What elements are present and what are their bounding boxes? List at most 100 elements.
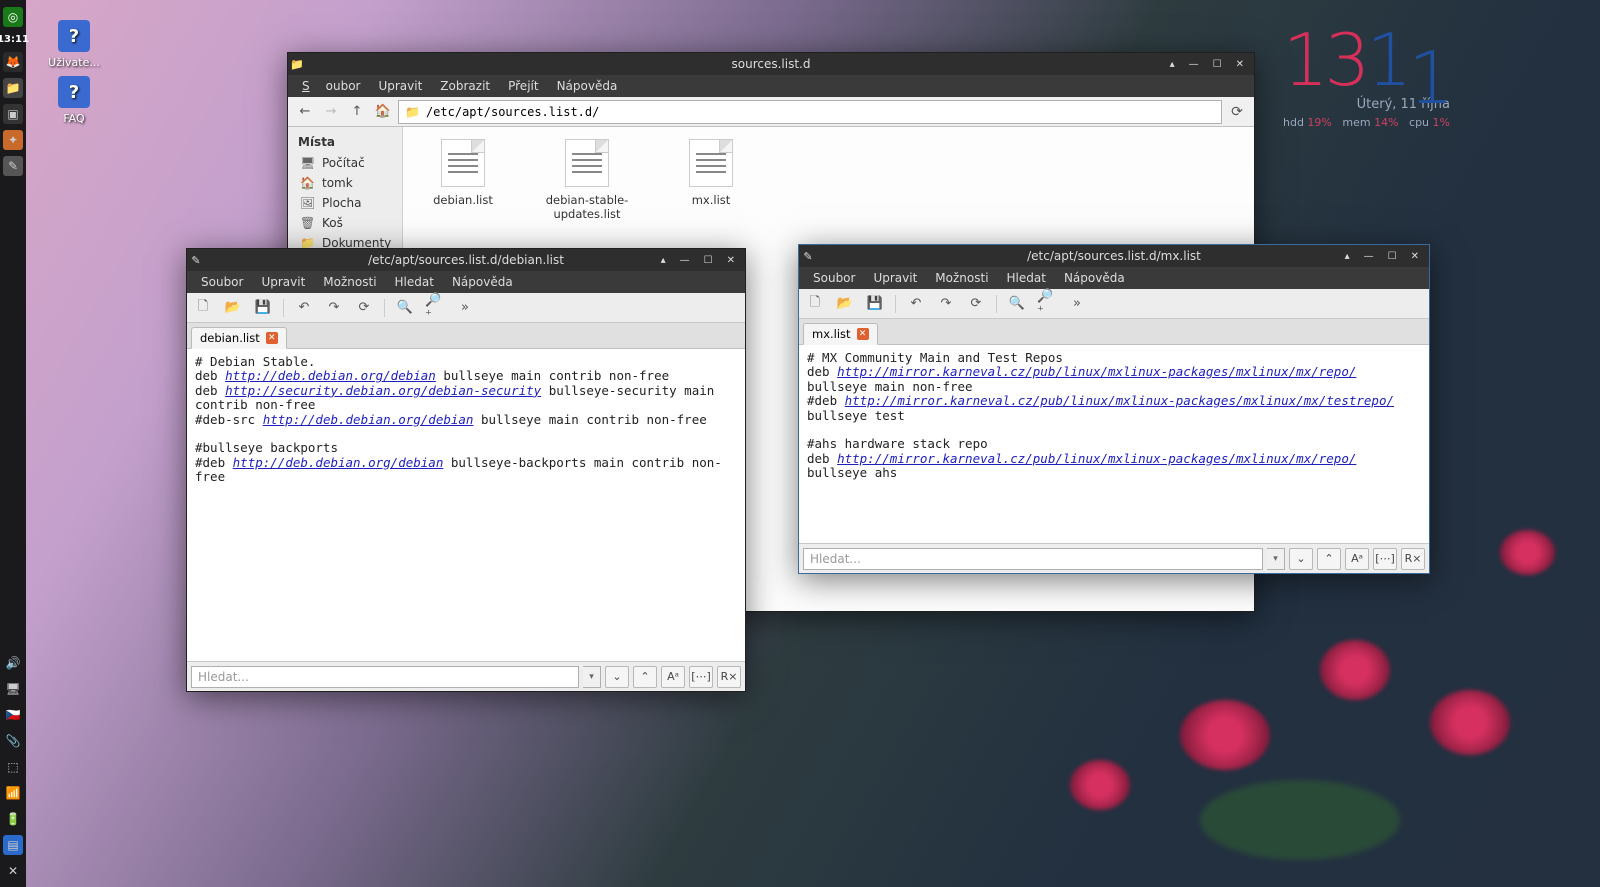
network-icon[interactable]: 📶 — [3, 783, 23, 803]
editor-text-area[interactable]: # Debian Stable. deb http://deb.debian.o… — [187, 349, 745, 661]
search-input[interactable]: Hledat... — [191, 666, 579, 688]
reload-button[interactable]: ⟳ — [354, 298, 374, 318]
menu-edit[interactable]: Upravit — [370, 77, 430, 95]
editor-tab[interactable]: mx.list ✕ — [803, 323, 878, 345]
close-button[interactable]: ✕ — [1411, 251, 1419, 262]
search-input[interactable]: Hledat... — [803, 548, 1263, 570]
menu-help[interactable]: Nápověda — [549, 77, 626, 95]
battery-icon[interactable]: 🔋 — [3, 809, 23, 829]
rollup-button[interactable]: ▴ — [661, 255, 666, 266]
menu-file[interactable]: Soubor — [193, 273, 251, 291]
case-sensitive-button[interactable]: Aᵃ — [661, 666, 685, 688]
maximize-button[interactable]: ☐ — [704, 255, 713, 266]
nav-forward-button[interactable]: → — [320, 101, 342, 123]
replace-button[interactable]: 🔎⁺ — [1037, 294, 1057, 314]
app-icon[interactable]: ✦ — [3, 130, 23, 150]
sidebar-item-home[interactable]: 🏠tomk — [290, 173, 400, 193]
url-link[interactable]: http://security.debian.org/debian-securi… — [225, 383, 541, 398]
tab-close-button[interactable]: ✕ — [266, 332, 278, 344]
nav-up-button[interactable]: ↑ — [346, 101, 368, 123]
save-button[interactable]: 💾 — [865, 294, 885, 314]
search-history-dropdown[interactable]: ▾ — [583, 666, 601, 688]
menu-file[interactable]: Soubor — [805, 269, 863, 287]
menu-edit[interactable]: Upravit — [865, 269, 925, 287]
keyboard-layout-icon[interactable]: 🇨🇿 — [3, 705, 23, 725]
file-item[interactable]: mx.list — [667, 139, 755, 207]
desktop-icon-user-guide[interactable]: ? Uživate... — [42, 20, 106, 69]
sidebar-item-trash[interactable]: 🗑Koš — [290, 213, 400, 233]
tab-close-button[interactable]: ✕ — [857, 328, 869, 340]
file-item[interactable]: debian-stable-updates.list — [543, 139, 631, 221]
whole-word-button[interactable]: [⋯] — [689, 666, 713, 688]
menu-edit[interactable]: Upravit — [253, 273, 313, 291]
menu-go[interactable]: Přejít — [500, 77, 546, 95]
close-button[interactable]: ✕ — [727, 255, 735, 266]
menu-options[interactable]: Možnosti — [315, 273, 384, 291]
search-next-button[interactable]: ⌄ — [1289, 548, 1313, 570]
taskbar-clock[interactable]: 13:11 — [0, 34, 29, 45]
menu-view[interactable]: Zobrazit — [432, 77, 498, 95]
mx-menu-icon[interactable]: ✕ — [3, 861, 23, 881]
editor-tab[interactable]: debian.list ✕ — [191, 327, 287, 349]
editor-titlebar[interactable]: ✎ /etc/apt/sources.list.d/debian.list ▴ … — [187, 249, 745, 271]
minimize-button[interactable]: — — [1364, 251, 1374, 262]
url-link[interactable]: http://mirror.karneval.cz/pub/linux/mxli… — [837, 364, 1356, 379]
open-file-button[interactable]: 📂 — [835, 294, 855, 314]
url-link[interactable]: http://deb.debian.org/debian — [225, 368, 436, 383]
search-prev-button[interactable]: ⌃ — [1317, 548, 1341, 570]
search-next-button[interactable]: ⌄ — [605, 666, 629, 688]
search-button[interactable]: 🔍 — [1007, 294, 1027, 314]
url-link[interactable]: http://deb.debian.org/debian — [263, 412, 474, 427]
firefox-icon[interactable]: 🦊 — [3, 52, 23, 72]
menu-help[interactable]: Nápověda — [444, 273, 521, 291]
menu-file[interactable]: Soubor — [294, 77, 368, 95]
more-button[interactable]: » — [1067, 294, 1087, 314]
rollup-button[interactable]: ▴ — [1345, 251, 1350, 262]
file-item[interactable]: debian.list — [419, 139, 507, 207]
more-button[interactable]: » — [455, 298, 475, 318]
rollup-button[interactable]: ▴ — [1170, 59, 1175, 70]
maximize-button[interactable]: ☐ — [1213, 59, 1222, 70]
undo-button[interactable]: ↶ — [294, 298, 314, 318]
editor-icon[interactable]: ✎ — [3, 156, 23, 176]
reload-button[interactable]: ⟳ — [966, 294, 986, 314]
filemanager-titlebar[interactable]: 📁 sources.list.d ▴ — ☐ ✕ — [288, 53, 1254, 75]
minimize-button[interactable]: — — [680, 255, 690, 266]
maximize-button[interactable]: ☐ — [1388, 251, 1397, 262]
regex-button[interactable]: R× — [717, 666, 741, 688]
editor-text-area[interactable]: # MX Community Main and Test Repos deb h… — [799, 345, 1429, 543]
case-sensitive-button[interactable]: Aᵃ — [1345, 548, 1369, 570]
close-button[interactable]: ✕ — [1236, 59, 1244, 70]
replace-button[interactable]: 🔎⁺ — [425, 298, 445, 318]
package-icon[interactable]: ⬚ — [3, 757, 23, 777]
menu-search[interactable]: Hledat — [999, 269, 1054, 287]
regex-button[interactable]: R× — [1401, 548, 1425, 570]
url-link[interactable]: http://mirror.karneval.cz/pub/linux/mxli… — [845, 393, 1394, 408]
redo-button[interactable]: ↷ — [936, 294, 956, 314]
menu-options[interactable]: Možnosti — [927, 269, 996, 287]
volume-icon[interactable]: 🔊 — [3, 653, 23, 673]
minimize-button[interactable]: — — [1189, 59, 1199, 70]
start-button[interactable]: ◎ — [3, 7, 23, 27]
redo-button[interactable]: ↷ — [324, 298, 344, 318]
menu-help[interactable]: Nápověda — [1056, 269, 1133, 287]
clipboard-icon[interactable]: 📎 — [3, 731, 23, 751]
url-link[interactable]: http://deb.debian.org/debian — [233, 455, 444, 470]
search-history-dropdown[interactable]: ▾ — [1267, 548, 1285, 570]
open-file-button[interactable]: 📂 — [223, 298, 243, 318]
whole-word-button[interactable]: [⋯] — [1373, 548, 1397, 570]
display-icon[interactable]: 🖥 — [3, 679, 23, 699]
undo-button[interactable]: ↶ — [906, 294, 926, 314]
new-file-button[interactable]: 🗋 — [805, 294, 825, 314]
nav-back-button[interactable]: ← — [294, 101, 316, 123]
search-button[interactable]: 🔍 — [395, 298, 415, 318]
sidebar-item-computer[interactable]: 🖥Počítač — [290, 153, 400, 173]
menu-search[interactable]: Hledat — [387, 273, 442, 291]
reload-button[interactable]: ⟳ — [1226, 104, 1248, 120]
editor-titlebar[interactable]: ✎ /etc/apt/sources.list.d/mx.list ▴ — ☐ … — [799, 245, 1429, 267]
desktop-icon-faq[interactable]: ? FAQ — [42, 76, 106, 125]
terminal-icon[interactable]: ▣ — [3, 104, 23, 124]
new-file-button[interactable]: 🗋 — [193, 298, 213, 318]
nav-home-button[interactable]: 🏠 — [372, 101, 394, 123]
location-bar[interactable]: 📁 /etc/apt/sources.list.d/ — [398, 100, 1222, 124]
